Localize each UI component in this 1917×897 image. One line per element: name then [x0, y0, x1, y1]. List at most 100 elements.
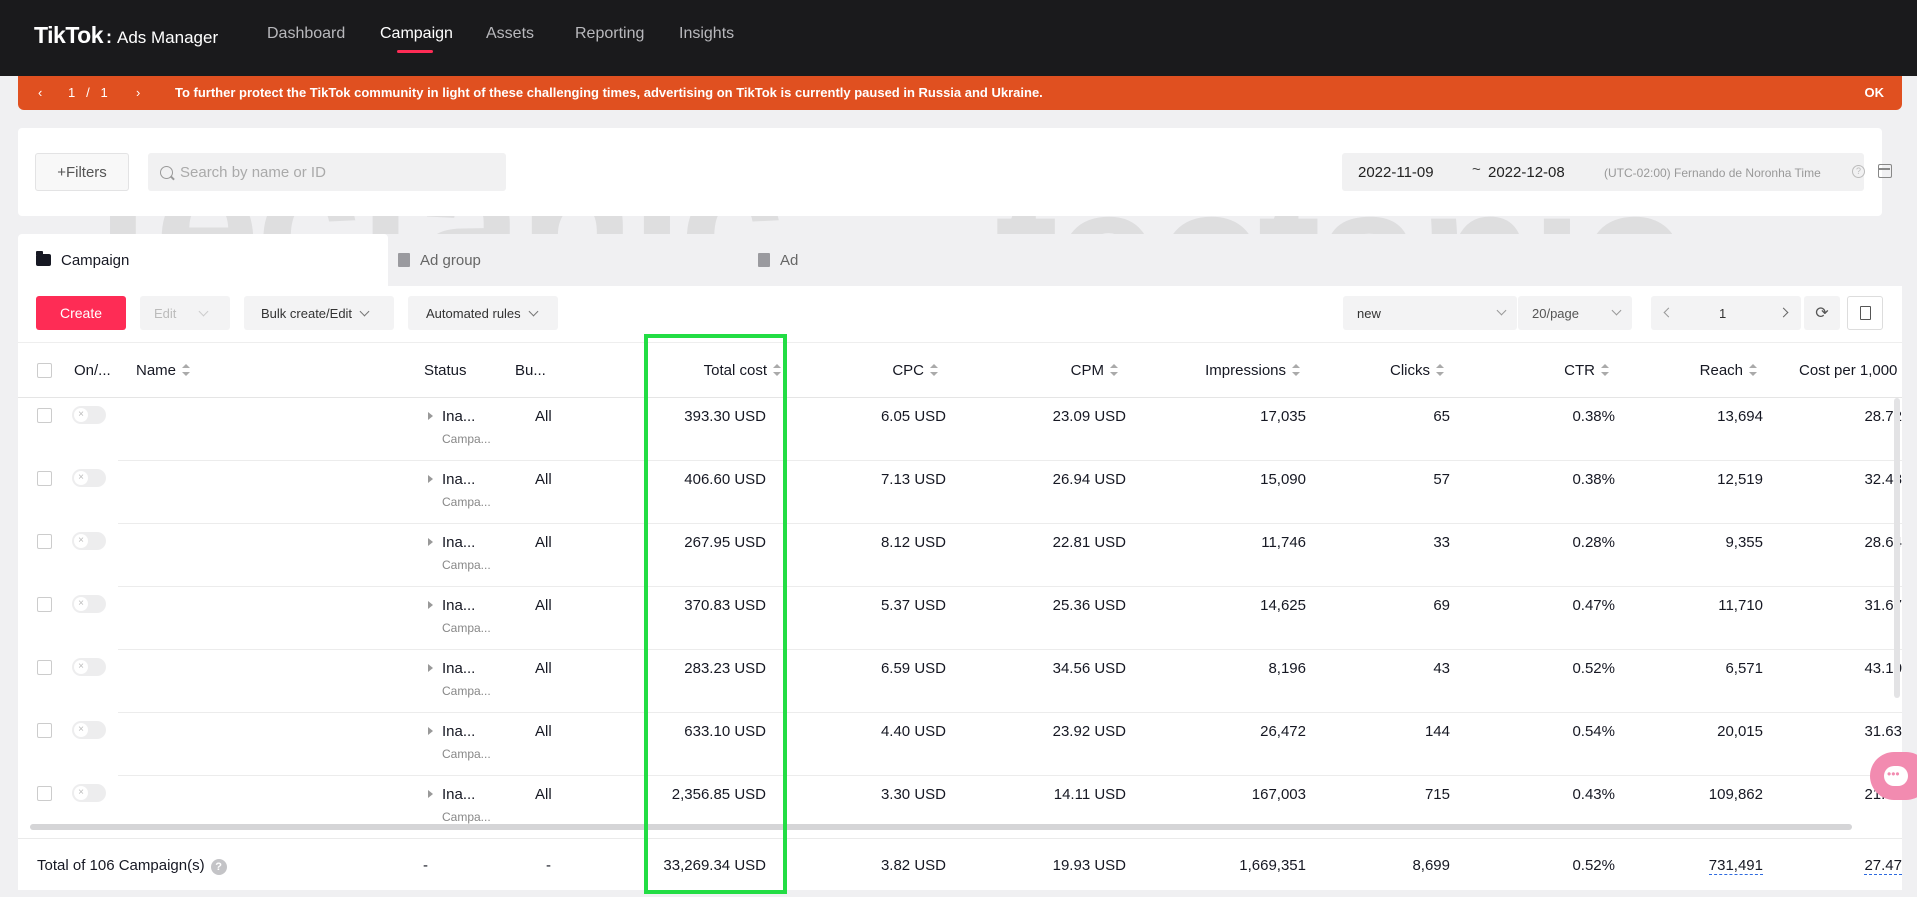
banner-next-icon[interactable]: ›	[136, 85, 140, 100]
caret-right-icon[interactable]	[428, 475, 433, 483]
caret-right-icon[interactable]	[428, 664, 433, 672]
status-cell: Ina...	[442, 408, 476, 425]
date-end[interactable]: 2022-12-08	[1488, 164, 1565, 181]
bulk-create-edit-dropdown[interactable]: Bulk create/Edit	[244, 296, 394, 330]
status-toggle[interactable]	[72, 469, 106, 487]
filters-button[interactable]: +Filters	[35, 153, 129, 191]
sort-icon[interactable]	[773, 364, 781, 376]
budget-cell: All	[535, 534, 552, 551]
col-cpm[interactable]: CPM	[1071, 362, 1118, 379]
ctr-cell: 0.52%	[1572, 660, 1615, 677]
chevron-right-icon[interactable]	[1778, 307, 1789, 318]
sort-icon[interactable]	[1601, 364, 1609, 376]
nav-tab-dashboard[interactable]: Dashboard	[267, 25, 345, 43]
logo-subtitle: Ads Manager	[117, 28, 219, 47]
nav-tab-reporting[interactable]: Reporting	[575, 25, 644, 43]
caret-right-icon[interactable]	[428, 727, 433, 735]
col-cpc-label: CPC	[892, 362, 924, 379]
col-ctr[interactable]: CTR	[1564, 362, 1609, 379]
page-size-select[interactable]: 20/page	[1518, 296, 1632, 330]
page-size-value: 20/page	[1532, 305, 1579, 321]
select-all-checkbox[interactable]	[37, 363, 52, 378]
row-checkbox[interactable]	[37, 534, 52, 549]
row-checkbox[interactable]	[37, 786, 52, 801]
table-row: Ina... Campa... All 393.30 USD 6.05 USD …	[18, 398, 1902, 461]
banner-prev-icon[interactable]: ‹	[38, 85, 42, 100]
page-number-input[interactable]: 1	[1719, 306, 1726, 321]
export-icon	[1859, 306, 1871, 320]
search-icon	[160, 166, 173, 179]
vertical-scrollbar[interactable]	[1894, 398, 1900, 698]
total-cost-total: 33,269.34 USD	[663, 857, 766, 874]
status-sub: Campa...	[442, 747, 491, 761]
create-button[interactable]: Create	[36, 296, 126, 330]
row-checkbox[interactable]	[37, 723, 52, 738]
banner-ok-button[interactable]: OK	[1865, 85, 1885, 100]
caret-right-icon[interactable]	[428, 790, 433, 798]
caret-right-icon[interactable]	[428, 412, 433, 420]
date-start[interactable]: 2022-11-09	[1358, 164, 1434, 181]
horizontal-scrollbar[interactable]	[30, 824, 1852, 830]
status-toggle[interactable]	[72, 532, 106, 550]
level-tabs: Campaign Ad group Ad	[18, 234, 1882, 286]
nav-tab-assets[interactable]: Assets	[486, 25, 534, 43]
caret-right-icon[interactable]	[428, 538, 433, 546]
cpm-cell: 23.92 USD	[1052, 723, 1126, 740]
col-name-label: Name	[136, 362, 177, 379]
tab-campaign[interactable]: Campaign	[18, 234, 388, 286]
chevron-left-icon[interactable]	[1663, 307, 1674, 318]
nav-tab-insights[interactable]: Insights	[679, 25, 734, 43]
tiktok-ads-logo[interactable]: TikTok : Ads Manager	[34, 22, 218, 49]
sort-select[interactable]: new	[1343, 296, 1517, 330]
col-cpc[interactable]: CPC	[892, 362, 938, 379]
status-sub: Campa...	[442, 621, 491, 635]
status-cell: Ina...	[442, 471, 476, 488]
row-checkbox[interactable]	[37, 471, 52, 486]
sort-icon[interactable]	[182, 364, 191, 376]
sort-icon[interactable]	[1292, 364, 1300, 376]
status-toggle[interactable]	[72, 658, 106, 676]
row-checkbox[interactable]	[37, 660, 52, 675]
col-impressions[interactable]: Impressions	[1205, 362, 1300, 379]
status-toggle[interactable]	[72, 595, 106, 613]
ctr-cell: 0.54%	[1572, 723, 1615, 740]
automated-label: Automated rules	[426, 305, 521, 321]
sort-icon[interactable]	[930, 364, 938, 376]
sort-icon[interactable]	[1749, 364, 1757, 376]
col-name[interactable]: Name	[136, 362, 191, 379]
calendar-icon[interactable]	[1878, 164, 1892, 178]
tab-ad[interactable]: Ad	[758, 234, 1128, 286]
ctr-cell: 0.38%	[1572, 471, 1615, 488]
status-toggle[interactable]	[72, 406, 106, 424]
col-clicks[interactable]: Clicks	[1390, 362, 1444, 379]
status-toggle[interactable]	[72, 784, 106, 802]
cpm-cell: 23.09 USD	[1052, 408, 1126, 425]
nav-tab-campaign[interactable]: Campaign	[380, 25, 453, 43]
total-label-cell: Total of 106 Campaign(s)?	[37, 857, 227, 875]
col-cost-per-1000: Cost per 1,000	[1799, 362, 1898, 379]
row-checkbox[interactable]	[37, 408, 52, 423]
row-checkbox[interactable]	[37, 597, 52, 612]
info-icon[interactable]: ?	[1852, 165, 1865, 178]
export-button[interactable]	[1847, 296, 1883, 330]
banner-message: To further protect the TikTok community …	[175, 85, 1043, 100]
filter-panel: +Filters 2022-11-09 ~ 2022-12-08 (UTC-02…	[18, 128, 1892, 216]
sort-icon[interactable]	[1110, 364, 1118, 376]
caret-right-icon[interactable]	[428, 601, 433, 609]
reach-cell: 109,862	[1708, 786, 1763, 803]
tab-ad-group[interactable]: Ad group	[398, 234, 768, 286]
date-range-picker[interactable]: 2022-11-09 ~ 2022-12-08 (UTC-02:00) Fern…	[1342, 153, 1892, 191]
automated-rules-dropdown[interactable]: Automated rules	[408, 296, 558, 330]
col-total-cost[interactable]: Total cost	[704, 362, 781, 379]
refresh-button[interactable]: ⟳	[1804, 296, 1840, 330]
status-cell: Ina...	[442, 723, 476, 740]
sort-icon[interactable]	[1436, 364, 1444, 376]
help-icon[interactable]: ?	[210, 859, 227, 875]
search-input[interactable]	[180, 153, 496, 191]
total-cost-cell: 633.10 USD	[684, 723, 766, 740]
col-reach[interactable]: Reach	[1700, 362, 1757, 379]
chat-support-button[interactable]	[1870, 752, 1917, 800]
total-cost-cell: 267.95 USD	[684, 534, 766, 551]
edit-dropdown[interactable]: Edit	[140, 296, 230, 330]
status-toggle[interactable]	[72, 721, 106, 739]
